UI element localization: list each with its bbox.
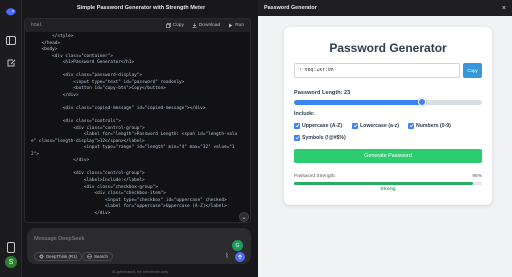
download-button[interactable]: Download	[192, 23, 220, 28]
strength-percent: 95%	[472, 174, 482, 179]
download-label: Download	[198, 23, 221, 28]
left-rail: S	[0, 0, 22, 277]
search-toggle[interactable]: Search	[82, 252, 113, 261]
option-numbers[interactable]: Numbers (0-9)	[408, 121, 451, 130]
message-input[interactable]	[34, 234, 214, 243]
code-line: <label for="uppercase">Uppercase (A-Z)</…	[31, 204, 227, 210]
copy-code-button[interactable]: Copy	[165, 23, 184, 28]
arrow-up-icon	[238, 254, 242, 259]
copy-code-label: Copy	[172, 23, 184, 28]
deepthink-label: DeepThink (R1)	[46, 254, 77, 259]
strength-text: Strong	[380, 187, 396, 192]
download-icon	[192, 23, 197, 28]
code-toolbar: html Copy Download Run	[25, 19, 250, 32]
checkbox-symbols[interactable]	[294, 134, 300, 141]
checkmark-icon	[353, 123, 358, 128]
sidebar-toggle-icon[interactable]	[4, 33, 18, 47]
ai-disclaimer: AI-generated, for reference only	[111, 269, 169, 274]
deepseek-logo-icon[interactable]	[4, 5, 18, 19]
length-slider-thumb[interactable]	[417, 98, 426, 106]
preview-panel: Password Generator × Password Generator …	[258, 0, 512, 277]
globe-icon	[87, 254, 92, 259]
strength-row: Password Strength: 95%	[294, 174, 482, 179]
length-slider[interactable]	[294, 98, 482, 106]
message-composer: DeepThink (R1) Search ⌇	[27, 228, 251, 264]
generator-heading: Password Generator	[329, 41, 447, 55]
generator-card: Password Generator Copy Password Length:…	[284, 27, 492, 205]
new-chat-icon[interactable]	[4, 56, 18, 70]
code-line: </div>	[31, 210, 111, 216]
scroll-down-button[interactable]: ⌄	[239, 212, 249, 222]
password-output[interactable]	[294, 63, 460, 78]
close-icon[interactable]: ×	[502, 5, 506, 12]
code-language-label: html	[31, 23, 43, 28]
checkbox-uppercase[interactable]	[294, 122, 300, 129]
app-window: S Simple Password Generator with Strengt…	[0, 0, 512, 277]
option-symbols[interactable]: Symbols (!@#$%)	[294, 133, 346, 142]
play-icon	[229, 23, 233, 28]
preview-titlebar: Password Generator ×	[258, 0, 512, 16]
code-line: <label for="length">Password Length: <sp…	[31, 132, 238, 138]
checkbox-numbers[interactable]	[408, 122, 414, 129]
attach-icon[interactable]: ⌇	[223, 253, 231, 261]
code-line: <input type="range" id="length" min="4" …	[31, 145, 235, 151]
include-label: Include:	[294, 111, 315, 117]
strength-meter	[294, 182, 482, 185]
checkmark-icon	[409, 123, 414, 128]
checkbox-lowercase[interactable]	[352, 122, 358, 129]
checkmark-icon	[295, 123, 300, 128]
generate-password-button[interactable]: Generate Password	[294, 149, 482, 163]
checkmark-icon	[295, 135, 300, 140]
length-slider-fill	[294, 100, 422, 105]
grammar-extension-icon[interactable]: G	[232, 240, 243, 251]
mobile-app-icon[interactable]	[4, 240, 18, 254]
option-lowercase-label: Lowercase (a-z)	[360, 122, 399, 129]
option-numbers-label: Numbers (0-9)	[416, 122, 451, 129]
chevron-down-icon: ⌄	[241, 214, 247, 221]
code-content[interactable]: </style> </head> <body> <div class="cont…	[31, 34, 246, 217]
option-uppercase[interactable]: Uppercase (A-Z)	[294, 121, 342, 130]
preview-title: Password Generator	[264, 5, 317, 11]
strength-label: Password Strength:	[294, 174, 336, 179]
option-uppercase-label: Uppercase (A-Z)	[302, 122, 343, 129]
atom-icon	[39, 254, 44, 259]
search-label: Search	[94, 254, 108, 259]
run-label: Run	[235, 23, 244, 28]
option-lowercase[interactable]: Lowercase (a-z)	[352, 121, 399, 130]
code-block: html Copy Download Run </style> </head> …	[24, 18, 251, 223]
copy-password-button[interactable]: Copy	[463, 63, 482, 78]
password-length-label: Password Length: 23	[294, 90, 351, 96]
deepthink-toggle[interactable]: DeepThink (R1)	[34, 252, 82, 261]
strength-meter-fill	[294, 182, 473, 185]
user-avatar[interactable]: S	[5, 256, 17, 268]
run-button[interactable]: Run	[228, 23, 244, 28]
send-button[interactable]	[235, 252, 245, 262]
conversation-title: Simple Password Generator with Strength …	[76, 5, 206, 11]
copy-icon	[165, 23, 171, 28]
option-symbols-label: Symbols (!@#$%)	[302, 134, 346, 141]
